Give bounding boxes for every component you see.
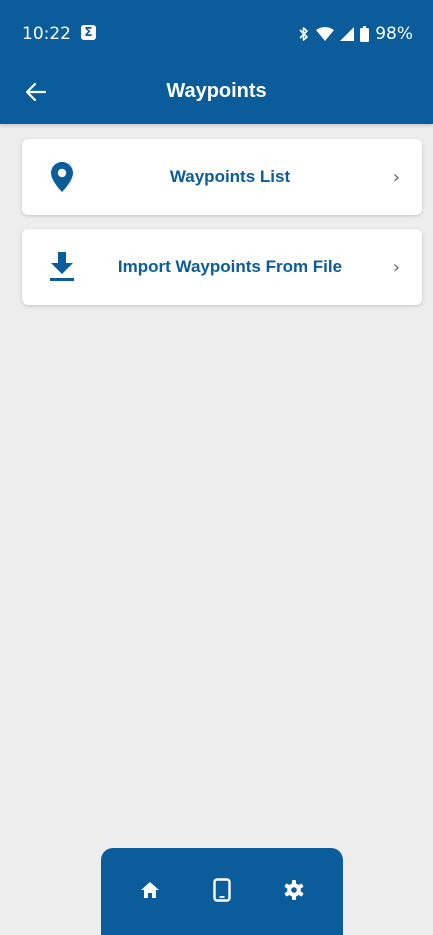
bottom-nav bbox=[101, 848, 343, 935]
wifi-icon bbox=[316, 27, 335, 41]
menu-item-label: Import Waypoints From File bbox=[117, 257, 343, 276]
notification-icon: Σ bbox=[81, 25, 96, 40]
menu-item-import-waypoints[interactable]: Import Waypoints From File › bbox=[22, 229, 422, 305]
status-time: 10:22 bbox=[22, 24, 71, 44]
home-icon bbox=[141, 881, 159, 903]
battery-icon bbox=[360, 26, 370, 42]
chevron-right-icon: › bbox=[392, 257, 400, 278]
menu-item-waypoints-list[interactable]: Waypoints List › bbox=[22, 139, 422, 215]
bluetooth-icon bbox=[298, 26, 310, 42]
tablet-icon bbox=[213, 877, 231, 907]
map-pin-icon bbox=[46, 161, 78, 193]
menu-item-label: Waypoints List bbox=[169, 167, 291, 186]
gear-icon bbox=[284, 879, 304, 905]
nav-settings-button[interactable] bbox=[276, 874, 312, 910]
battery-percent: 98% bbox=[375, 24, 413, 44]
chevron-right-icon: › bbox=[392, 167, 400, 188]
status-bar: 10:22 Σ 98% bbox=[0, 0, 433, 64]
status-icons: 98% bbox=[298, 24, 413, 44]
signal-icon bbox=[340, 27, 355, 41]
download-icon bbox=[46, 251, 78, 283]
page-title: Waypoints bbox=[166, 80, 267, 102]
nav-home-button[interactable] bbox=[132, 874, 168, 910]
app-bar: Waypoints bbox=[0, 64, 433, 124]
nav-device-button[interactable] bbox=[204, 874, 240, 910]
